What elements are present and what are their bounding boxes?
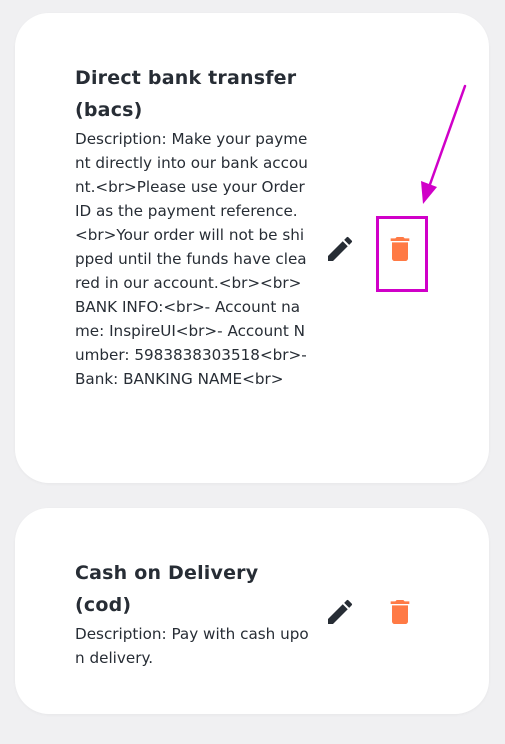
payment-method-card: Cash on Delivery (cod) Description: Pay …: [15, 508, 489, 714]
payment-method-title: Direct bank transfer (bacs): [75, 67, 297, 121]
payment-methods-page: Direct bank transfer (bacs) Description:…: [0, 0, 505, 744]
highlight-box: [376, 216, 428, 292]
payment-method-text: Cash on Delivery (cod) Description: Pay …: [75, 557, 309, 670]
payment-method-description: Description: Pay with cash upon delivery…: [75, 625, 309, 667]
arrow-icon: [421, 84, 467, 204]
edit-button[interactable]: [320, 592, 360, 632]
payment-method-text: Direct bank transfer (bacs) Description:…: [75, 62, 309, 391]
pencil-icon: [328, 599, 353, 624]
delete-button[interactable]: [380, 592, 420, 632]
trash-icon: [390, 600, 410, 624]
payment-method-description: Description: Make your payment directly …: [75, 130, 308, 388]
edit-button[interactable]: [320, 229, 360, 269]
payment-method-title: Cash on Delivery (cod): [75, 562, 259, 616]
pencil-icon: [328, 236, 353, 261]
